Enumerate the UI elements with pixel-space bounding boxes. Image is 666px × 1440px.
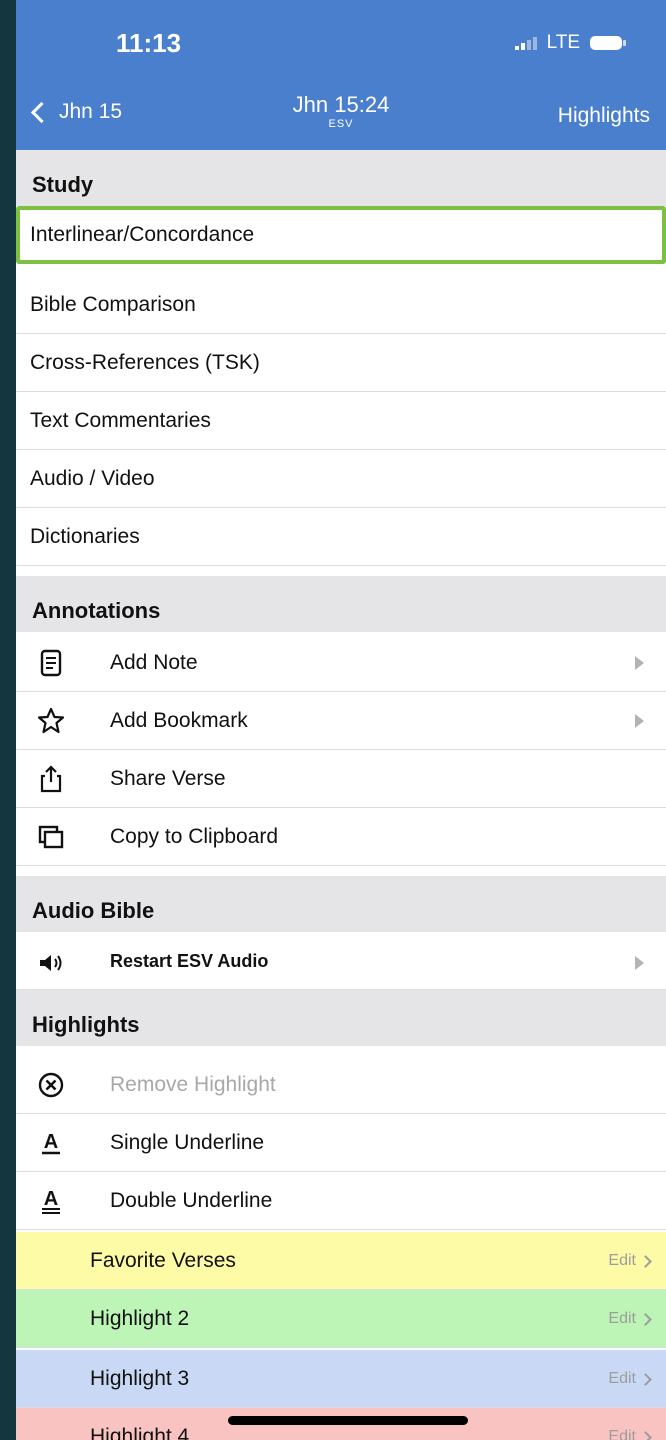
speaker-icon <box>40 955 62 971</box>
double-underline-a-icon: A <box>42 1188 60 1214</box>
highlights-button[interactable]: Highlights <box>558 104 650 128</box>
highlight-color-label: Highlight 3 <box>90 1366 190 1390</box>
home-indicator <box>228 1416 468 1425</box>
highlight-item-double-underline[interactable]: A Double Underline <box>16 1172 666 1230</box>
highlight-color-favorite-verses[interactable]: Favorite Verses Edit <box>16 1232 666 1290</box>
section-header-annotations: Annotations <box>16 576 666 632</box>
status-time: 11:13 <box>116 28 182 58</box>
study-item-audio-video[interactable]: Audio / Video <box>16 450 666 508</box>
highlight-color-label: Highlight 4 <box>90 1424 190 1440</box>
study-item-cross-references[interactable]: Cross-References (TSK) <box>16 334 666 392</box>
svg-text:A: A <box>44 1131 58 1153</box>
status-indicators: LTE <box>514 32 626 54</box>
disclosure-arrow-icon <box>635 956 644 970</box>
highlight-item-remove[interactable]: Remove Highlight <box>16 1056 666 1114</box>
annotation-item-add-note[interactable]: Add Note <box>16 634 666 692</box>
x-circle-icon <box>38 1072 64 1098</box>
star-icon <box>37 707 65 734</box>
audio-item-label: Restart ESV Audio <box>110 951 269 971</box>
svg-text:A: A <box>44 1188 58 1210</box>
study-item-bible-comparison[interactable]: Bible Comparison <box>16 276 666 334</box>
annotation-item-label: Add Bookmark <box>110 708 248 732</box>
annotation-item-add-bookmark[interactable]: Add Bookmark <box>16 692 666 750</box>
annotation-item-label: Share Verse <box>110 766 226 790</box>
section-header-audio-bible: Audio Bible <box>16 876 666 932</box>
study-item-interlinear[interactable]: Interlinear/Concordance <box>16 206 666 264</box>
highlight-item-single-underline[interactable]: A Single Underline <box>16 1114 666 1172</box>
study-item-dictionaries[interactable]: Dictionaries <box>16 508 666 566</box>
highlight-item-label: Remove Highlight <box>110 1072 276 1096</box>
study-item-text-commentaries[interactable]: Text Commentaries <box>16 392 666 450</box>
annotation-item-share-verse[interactable]: Share Verse <box>16 750 666 808</box>
disclosure-arrow-icon <box>635 714 644 728</box>
underline-a-icon: A <box>42 1131 60 1155</box>
copy-icon <box>38 825 64 849</box>
annotation-item-label: Add Note <box>110 650 198 674</box>
phone-screen: 11:13 LTE Jhn 15 Jhn 15:24 ESV Highlight… <box>16 0 666 1440</box>
annotation-item-copy-clipboard[interactable]: Copy to Clipboard <box>16 808 666 866</box>
edit-button[interactable]: Edit <box>608 1428 636 1440</box>
battery-icon <box>590 36 626 50</box>
study-item-label: Interlinear/Concordance <box>30 222 255 246</box>
highlight-color-2[interactable]: Highlight 2 Edit <box>16 1290 666 1348</box>
network-label: LTE <box>546 32 580 53</box>
section-header-study: Study <box>16 150 666 206</box>
edit-button[interactable]: Edit <box>608 1252 636 1270</box>
highlight-item-label: Single Underline <box>110 1130 265 1154</box>
share-icon <box>40 765 62 793</box>
study-item-label: Bible Comparison <box>30 292 196 316</box>
study-item-label: Cross-References (TSK) <box>30 350 260 374</box>
audio-item-restart[interactable]: Restart ESV Audio <box>16 934 666 990</box>
highlight-color-3[interactable]: Highlight 3 Edit <box>16 1350 666 1408</box>
edit-button[interactable]: Edit <box>608 1370 636 1388</box>
section-header-highlights: Highlights <box>16 990 666 1046</box>
annotation-item-label: Copy to Clipboard <box>110 824 279 848</box>
edit-button[interactable]: Edit <box>608 1310 636 1328</box>
highlight-item-label: Double Underline <box>110 1188 273 1212</box>
note-icon <box>40 649 62 677</box>
disclosure-arrow-icon <box>635 656 644 670</box>
navigation-bar: 11:13 LTE Jhn 15 Jhn 15:24 ESV Highlight… <box>16 0 666 150</box>
highlight-color-label: Favorite Verses <box>90 1248 236 1272</box>
highlight-color-label: Highlight 2 <box>90 1306 190 1330</box>
study-item-label: Audio / Video <box>30 466 155 490</box>
study-item-label: Text Commentaries <box>30 408 211 432</box>
signal-icon <box>514 36 537 50</box>
study-item-label: Dictionaries <box>30 524 140 548</box>
